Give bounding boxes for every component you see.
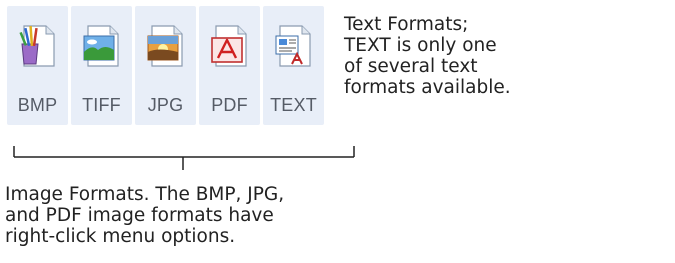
image-note-line: Image Formats. The BMP, JPG,: [5, 184, 285, 205]
image-formats-note: Image Formats. The BMP, JPG, and PDF ima…: [5, 184, 284, 247]
image-note-line: and PDF image formats have: [5, 205, 274, 226]
image-note-line: right-click menu options.: [5, 226, 236, 247]
